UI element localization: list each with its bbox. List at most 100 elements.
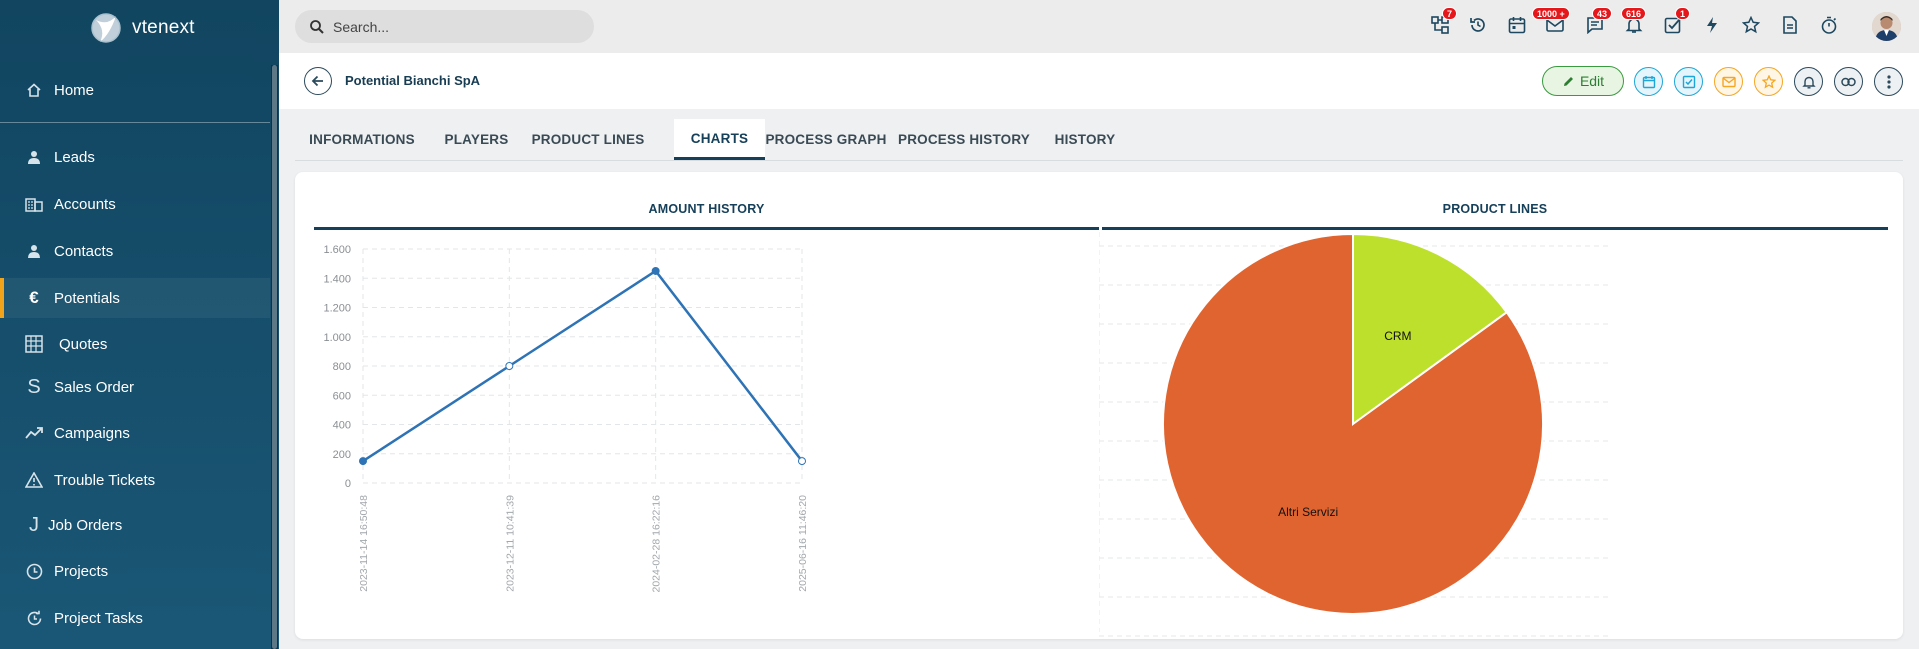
scrollbar-thumb[interactable]: [272, 65, 277, 649]
y-tick-label: 1.400: [323, 273, 351, 285]
sidebar: vtenext Home Leads Accounts Contacts € P…: [0, 0, 279, 649]
tab-players[interactable]: PLAYERS: [430, 119, 523, 160]
avatar[interactable]: [1872, 12, 1901, 41]
euro-icon: €: [29, 288, 39, 307]
page-title: Potential Bianchi SpA: [345, 73, 481, 88]
link-button[interactable]: [1834, 67, 1863, 96]
tab-label: INFORMATIONS: [309, 132, 415, 147]
data-point[interactable]: [798, 457, 806, 466]
link-icon: [1841, 77, 1856, 86]
data-point[interactable]: [359, 457, 367, 466]
chat-badge: 43: [1592, 7, 1613, 20]
sidebar-item-quotes[interactable]: Quotes: [0, 324, 270, 364]
logo-text: vtenext: [132, 17, 195, 38]
star-icon: [1761, 74, 1776, 89]
back-button[interactable]: [304, 67, 332, 95]
sidebar-item-label: Trouble Tickets: [54, 471, 156, 489]
calendar-icon[interactable]: [1505, 13, 1529, 37]
sidebar-item-project-tasks[interactable]: Project Tasks: [0, 598, 270, 638]
sidebar-item-potentials[interactable]: € Potentials: [0, 278, 270, 318]
sidebar-item-sales-order[interactable]: S Sales Order: [0, 367, 270, 407]
arrow-left-icon: [311, 75, 323, 87]
tab-label: PROCESS GRAPH: [765, 132, 887, 147]
tab-informations[interactable]: INFORMATIONS: [294, 119, 430, 160]
x-tick-label: 2023-11-14 16:50:48: [358, 495, 370, 592]
tab-charts[interactable]: CHARTS: [674, 119, 765, 160]
sidebar-item-projects[interactable]: Projects: [0, 551, 270, 591]
person-icon: [24, 147, 44, 167]
person-icon: [24, 241, 44, 261]
tab-product-lines[interactable]: PRODUCT LINES: [523, 119, 653, 160]
flash-icon[interactable]: [1700, 13, 1724, 37]
sidebar-item-label: Leads: [54, 148, 95, 166]
pencil-icon: [1563, 76, 1573, 86]
amount-history-chart: 0 200 400 600 800 1.000 1.200 1.400 1.600 2023-11…: [323, 244, 809, 593]
tab-process-history[interactable]: PROCESS HISTORY: [889, 119, 1039, 160]
sidebar-item-contacts[interactable]: Contacts: [0, 231, 270, 271]
search-input[interactable]: [333, 17, 573, 37]
y-tick-label: 400: [333, 420, 351, 432]
search-icon: [310, 20, 324, 34]
send-email-button[interactable]: [1714, 67, 1743, 96]
sidebar-item-label: Job Orders: [48, 516, 123, 534]
logo-icon: [91, 13, 121, 43]
home-icon: [24, 80, 44, 100]
app-logo[interactable]: vtenext: [86, 8, 195, 48]
y-tick-label: 800: [333, 361, 351, 373]
more-options-button[interactable]: [1874, 67, 1903, 96]
calculator-icon: [24, 334, 44, 354]
add-task-button[interactable]: [1674, 67, 1703, 96]
tab-label: PROCESS HISTORY: [897, 132, 1031, 147]
sidebar-item-leads[interactable]: Leads: [0, 137, 270, 177]
sidebar-item-label: Projects: [54, 562, 109, 580]
sidebar-item-trouble-tickets[interactable]: Trouble Tickets: [0, 460, 270, 500]
sidebar-item-label: Accounts: [54, 195, 116, 213]
sidebar-divider: [0, 122, 270, 123]
sidebar-item-job-orders[interactable]: J Job Orders: [0, 505, 270, 545]
x-tick-label: 2025-06-16 11:46:20: [797, 495, 809, 592]
x-tick-label: 2024-02-28 16:22:16: [651, 495, 663, 593]
sidebar-item-label: Campaigns: [54, 424, 130, 442]
y-tick-label: 1.200: [323, 303, 351, 315]
favorite-button[interactable]: [1754, 67, 1783, 96]
building-icon: [24, 194, 44, 214]
tab-label: PRODUCT LINES: [531, 132, 645, 147]
charts-panel: AMOUNT HISTORY PRODUCT LINES 0 200 400 600 8…: [295, 172, 1903, 639]
sidebar-item-label: Sales Order: [54, 378, 135, 396]
sidebar-item-campaigns[interactable]: Campaigns: [0, 413, 270, 453]
edit-button-label: Edit: [1579, 73, 1605, 89]
data-point[interactable]: [505, 362, 514, 370]
y-tick-label: 200: [333, 449, 351, 461]
tab-history[interactable]: HISTORY: [1039, 119, 1131, 160]
y-tick-label: 1.000: [323, 332, 351, 344]
x-tick-label: 2023-12-11 10:41:39: [504, 495, 516, 592]
sidebar-item-accounts[interactable]: Accounts: [0, 184, 270, 224]
sidebar-item-label: Potentials: [54, 289, 120, 307]
y-tick-label: 0: [345, 478, 351, 490]
tasks-badge: 1: [1675, 7, 1691, 20]
search-box[interactable]: [295, 10, 594, 43]
sidebar-item-home[interactable]: Home: [0, 70, 270, 110]
sidebar-item-label: Contacts: [54, 242, 114, 260]
slice-label: CRM: [1384, 329, 1411, 343]
data-point[interactable]: [651, 266, 660, 275]
trend-icon: [24, 423, 44, 443]
tab-label: CHARTS: [690, 130, 749, 146]
more-vertical-icon: [1886, 74, 1891, 89]
bell-icon: [1801, 76, 1816, 88]
processes-badge: 7: [1442, 7, 1458, 20]
document-icon[interactable]: [1778, 13, 1802, 37]
task-icon: [1682, 75, 1695, 88]
star-icon[interactable]: [1739, 13, 1763, 37]
calendar-icon: [1642, 75, 1655, 88]
sidebar-item-label: Project Tasks: [54, 609, 143, 627]
edit-button[interactable]: Edit: [1542, 66, 1624, 96]
sidebar-scrollbar[interactable]: [271, 65, 278, 649]
history-icon[interactable]: [1466, 13, 1490, 37]
notifications-badge: 616: [1621, 7, 1647, 20]
add-event-button[interactable]: [1634, 67, 1663, 96]
stopwatch-icon[interactable]: [1817, 13, 1841, 37]
follow-button[interactable]: [1794, 67, 1823, 96]
tab-process-graph[interactable]: PROCESS GRAPH: [765, 119, 887, 160]
sidebar-item-label: Quotes: [59, 335, 108, 353]
